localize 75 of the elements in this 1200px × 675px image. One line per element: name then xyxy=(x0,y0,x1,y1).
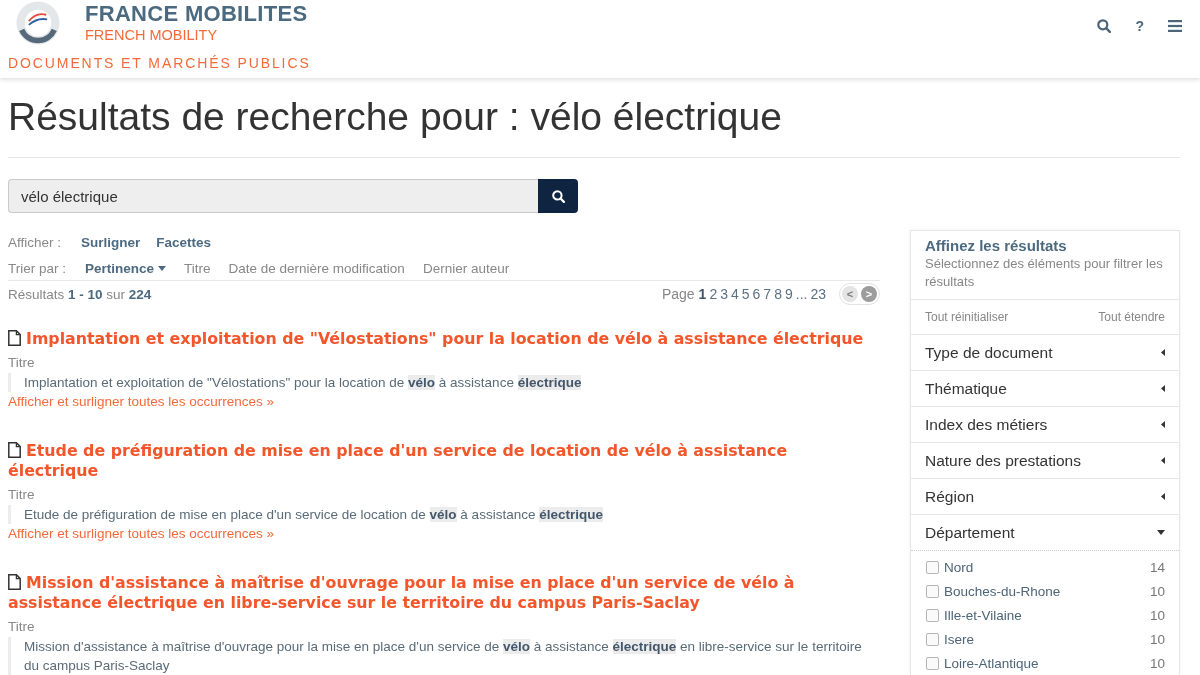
sort-option[interactable]: Titre xyxy=(184,260,211,276)
page-title: Résultats de recherche pour : vélo électrique xyxy=(8,95,783,139)
search-icon xyxy=(1097,19,1112,33)
menu-button[interactable] xyxy=(1168,20,1182,32)
page-link[interactable]: 8 xyxy=(774,286,782,302)
round-logo-icon[interactable] xyxy=(16,1,60,45)
checkbox[interactable] xyxy=(926,608,939,622)
facet-option-label[interactable]: Isere xyxy=(944,631,1150,647)
result-title-link[interactable]: Etude de préfiguration de mise en place d'un service de location de vélo à assistance électrique xyxy=(8,441,880,481)
page-link[interactable]: 5 xyxy=(741,286,750,302)
expand-all-link[interactable]: Tout étendre xyxy=(1098,310,1165,324)
facet-option-label[interactable]: Loire-Atlantique xyxy=(944,655,1150,671)
result-excerpt: Implantation et exploitation de "Vélostations" pour la location de vélo à assistance électrique xyxy=(8,373,880,392)
option-count: 14 xyxy=(1149,559,1165,575)
menu-icon xyxy=(1168,20,1182,32)
option-count: 10 xyxy=(1149,583,1165,599)
field-label: Titre xyxy=(8,618,36,636)
facet-toggle[interactable]: Région xyxy=(911,479,1179,515)
page-link[interactable]: 9 xyxy=(784,286,793,302)
sort-option[interactable]: Pertinence xyxy=(85,260,167,276)
facet-toggle[interactable]: Index des métiers xyxy=(911,407,1179,443)
search-field[interactable]: vélo électrique xyxy=(8,179,538,213)
document-icon xyxy=(8,574,21,590)
sort-option[interactable]: Date de dernière modification xyxy=(228,260,405,276)
facet-option-label[interactable]: Ille-et-Vilaine xyxy=(944,607,1150,623)
search-button[interactable] xyxy=(538,179,578,213)
checkbox[interactable] xyxy=(926,584,939,598)
search-button[interactable] xyxy=(1097,19,1112,33)
facet-toggle[interactable]: Thématique xyxy=(911,371,1179,407)
site-title: FRANCE MOBILITES xyxy=(85,2,308,26)
panel-description: Sélectionnez des éléments pour filtrer les résultats xyxy=(925,255,1164,291)
next-page-button[interactable]: > xyxy=(861,286,877,302)
page-link[interactable]: 2 xyxy=(709,286,718,302)
site-subtitle: FRENCH MOBILITY xyxy=(85,26,219,44)
page-link[interactable]: 3 xyxy=(720,286,728,302)
document-icon xyxy=(8,442,21,458)
document-icon xyxy=(8,330,21,346)
section-title[interactable]: DOCUMENTS ET MARCHÉS PUBLICS xyxy=(8,54,311,72)
show-occurrences-link[interactable]: Afficher et surligner toutes les occurrences » xyxy=(8,394,275,409)
search-icon xyxy=(551,189,565,203)
page-link[interactable]: 4 xyxy=(730,286,739,302)
display-option-link[interactable]: Facettes xyxy=(156,234,212,250)
facet-option-label[interactable]: Bouches-du-Rhone xyxy=(944,583,1150,599)
panel-title: Affinez les résultats xyxy=(925,237,1068,255)
field-label: Titre xyxy=(8,486,36,504)
facet-toggle[interactable]: Type de document xyxy=(911,335,1179,371)
page-link[interactable]: 1 xyxy=(698,286,707,302)
page-link[interactable]: 6 xyxy=(752,286,761,302)
result-excerpt: Etude de préfiguration de mise en place d'un service de location de vélo à assistance électrique xyxy=(8,505,880,524)
facet-option-label[interactable]: Nord xyxy=(944,559,1150,575)
checkbox[interactable] xyxy=(926,656,939,670)
display-label: Afficher : xyxy=(8,234,63,250)
checkbox[interactable] xyxy=(926,560,939,574)
sort-option[interactable]: Dernier auteur xyxy=(422,260,510,276)
page-link[interactable]: 7 xyxy=(763,286,772,302)
option-count: 10 xyxy=(1149,631,1165,647)
page-ellipsis: ... xyxy=(795,286,808,302)
reset-all-link[interactable]: Tout réinitialiser xyxy=(925,310,1009,324)
checkbox[interactable] xyxy=(926,632,939,646)
show-occurrences-link[interactable]: Afficher et surligner toutes les occurrences » xyxy=(8,526,275,541)
page-label: Page xyxy=(661,286,695,302)
result-title-link[interactable]: Mission d'assistance à maîtrise d'ouvrage pour la mise en place d'un service de vélo à assistance électrique en libre-service sur le territoire du campus Paris-Saclay xyxy=(8,573,880,613)
caret-down-icon xyxy=(158,265,167,271)
option-count: 10 xyxy=(1149,607,1165,623)
result-excerpt: Mission d'assistance à maîtrise d'ouvrage pour la mise en place d'un service de vélo à assistance électrique en libre-service sur le territoire du campus Paris-Saclay xyxy=(8,637,880,675)
facet-toggle[interactable]: Nature des prestations xyxy=(911,443,1179,479)
display-option-link[interactable]: Surligner xyxy=(81,234,141,250)
result-title-link[interactable]: Implantation et exploitation de "Vélostations" pour la location de vélo à assistance électrique xyxy=(8,329,880,349)
sort-label: Trier par : xyxy=(8,260,67,276)
option-count: 10 xyxy=(1149,655,1165,671)
help-button[interactable]: ? xyxy=(1135,18,1144,34)
field-label: Titre xyxy=(8,354,36,372)
facet-toggle[interactable]: Département xyxy=(911,515,1179,551)
results-count: Résultats 1 - 10 sur 224 xyxy=(8,286,152,302)
page-link[interactable]: 23 xyxy=(810,286,826,302)
